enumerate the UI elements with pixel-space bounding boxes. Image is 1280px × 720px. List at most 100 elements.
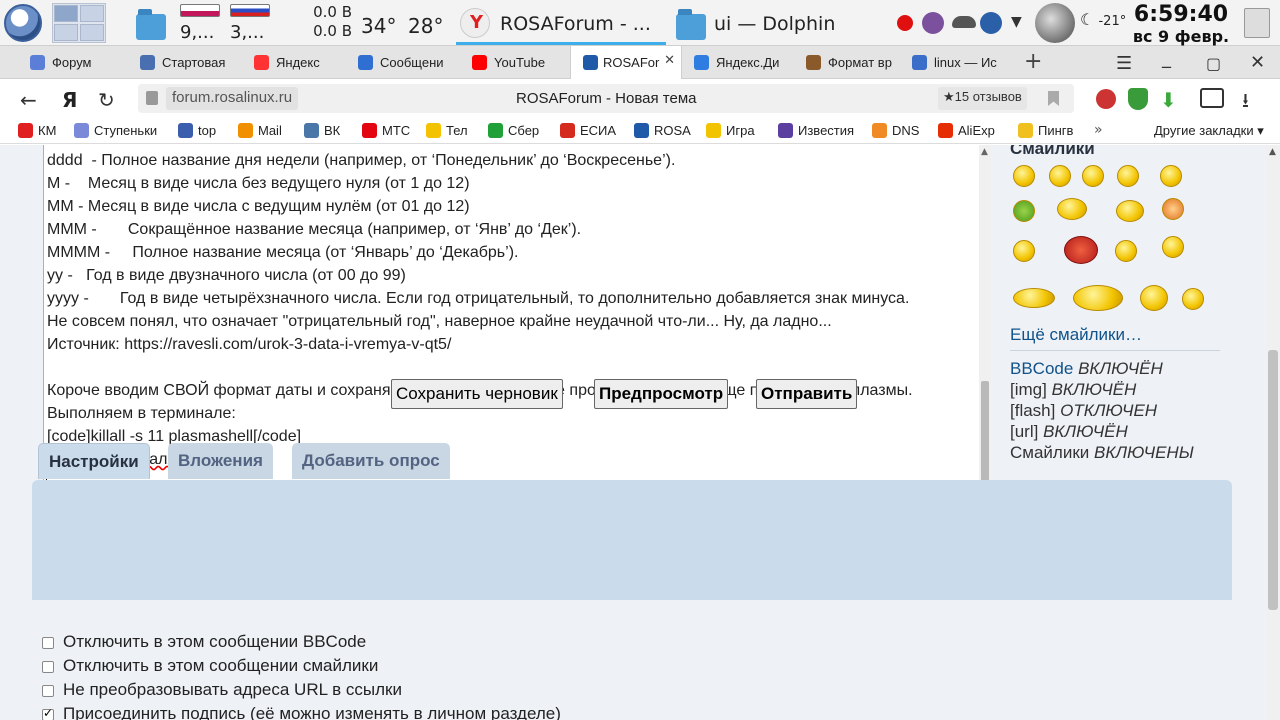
smiley-hug-icon[interactable] [1116, 200, 1144, 222]
option-checkbox-row[interactable]: Отключить в этом сообщении BBCode [42, 632, 742, 654]
bookmark-favicon-icon [426, 123, 441, 138]
browser-tab[interactable]: linux — Ис [906, 46, 1002, 79]
shield-icon[interactable] [1128, 88, 1148, 110]
translate-icon[interactable] [1200, 88, 1224, 108]
bookmark-label: КМ [38, 123, 57, 138]
smiley-laugh-icon[interactable] [1057, 198, 1087, 220]
back-icon[interactable]: ← [20, 88, 37, 112]
download-helper-icon[interactable]: ⬇ [1160, 88, 1177, 112]
smiley-neutral-icon[interactable] [1117, 165, 1139, 187]
new-tab-icon[interactable]: + [1024, 49, 1042, 74]
checkbox[interactable] [42, 637, 54, 649]
screen: 9,... 3,... 0.0 B 0.0 B 34° 28° Y ROSAFo… [0, 0, 1280, 720]
textarea-scrollbar[interactable]: ▲ ▼ [979, 145, 991, 494]
checkbox-label: Отключить в этом сообщении BBCode [63, 632, 367, 651]
close-tab-icon[interactable]: ✕ [664, 53, 675, 68]
bookmark-favicon-icon [778, 123, 793, 138]
browser-tab[interactable]: Яндекс [248, 46, 344, 79]
domain-chip[interactable]: forum.rosalinux.ru [166, 87, 299, 110]
bookmark-label: top [198, 123, 217, 138]
text-line: MM - Месяц в виде числа с ведущим нулём … [47, 198, 470, 215]
smiley-kiss-icon[interactable] [1162, 198, 1184, 220]
tray-expand-icon[interactable]: ▼ [1011, 14, 1022, 30]
bookmark-label: ЕСИА [580, 123, 617, 138]
option-name[interactable]: BBCode [1010, 359, 1073, 378]
page-scrollbar[interactable]: ▲ [1266, 145, 1280, 720]
smiley-happy-icon[interactable] [1013, 165, 1035, 187]
record-icon[interactable] [897, 15, 913, 31]
browser-tab[interactable]: Сообщени [352, 46, 448, 79]
scroll-up-icon[interactable]: ▲ [981, 147, 988, 157]
more-bookmarks-icon[interactable]: » [1094, 122, 1103, 138]
maximize-icon[interactable]: ▢ [1206, 54, 1221, 73]
close-window-icon[interactable]: ✕ [1250, 52, 1265, 73]
checkbox[interactable] [42, 661, 54, 673]
tab-attachments[interactable]: Вложения [168, 443, 273, 479]
page-scroll-up-icon[interactable]: ▲ [1269, 147, 1276, 157]
browser-tab[interactable]: Форум [24, 46, 128, 79]
reload-icon[interactable]: ↻ [98, 88, 115, 112]
option-state: ВКЛЮЧЕНЫ [1094, 443, 1194, 462]
taskbar-item-2[interactable]: 3,... [226, 2, 296, 44]
reviews-badge[interactable]: ★15 отзывов [938, 87, 1027, 110]
window-task-rosaforum[interactable]: Y ROSAForum - ... [456, 2, 666, 45]
trash-icon[interactable] [1244, 8, 1270, 38]
smiley-sick-icon[interactable] [1013, 200, 1035, 222]
desktop-2[interactable] [80, 5, 104, 22]
smiley-think-icon[interactable] [1160, 165, 1182, 187]
bookmark-label: Пингв [1038, 123, 1074, 138]
smiley-cheer-icon[interactable] [1013, 288, 1055, 308]
other-bookmarks[interactable]: Другие закладки ▾ [1154, 123, 1264, 139]
virtual-desktop-pager[interactable] [52, 3, 106, 43]
textarea-scroll-thumb[interactable] [981, 381, 989, 481]
smiley-sad-icon[interactable] [1049, 165, 1071, 187]
weather-widget[interactable]: ☾ -21° [1080, 10, 1126, 29]
desktop-4[interactable] [80, 24, 104, 41]
checkbox[interactable] [42, 685, 54, 697]
window-task-dolphin[interactable]: ui — Dolphin [672, 2, 862, 44]
hat-icon[interactable] [952, 16, 976, 28]
browser-tab[interactable]: ROSAFor ✕ [570, 46, 682, 79]
browser-tab[interactable]: YouTube [466, 46, 562, 79]
checkbox[interactable] [42, 706, 54, 720]
option-checkbox-row[interactable]: Присоединить подпись (её можно изменять … [42, 704, 742, 720]
smiley-devil-icon[interactable] [1064, 236, 1098, 264]
preview-button[interactable]: Предпросмотр [594, 379, 729, 409]
text-line: yy - Год в виде двузначного числа (от 00… [47, 267, 406, 284]
smiley-unhappy-icon[interactable] [1013, 240, 1035, 262]
smiley-party-icon[interactable] [1073, 285, 1123, 311]
tab-settings[interactable]: Настройки [38, 443, 150, 479]
yandex-home-icon[interactable]: Я [62, 88, 77, 112]
menu-icon[interactable]: ☰ [1116, 53, 1132, 74]
ladybug-icon[interactable] [1096, 89, 1116, 109]
smiley-wave-icon[interactable] [1140, 285, 1168, 311]
minimize-icon[interactable]: _ [1162, 48, 1171, 69]
viber-icon[interactable] [922, 12, 944, 34]
browser-tab[interactable]: Формат вр [800, 46, 898, 79]
more-smilies-link[interactable]: Ещё смайлики… [1010, 325, 1142, 345]
bookmark-favicon-icon [488, 123, 503, 138]
submit-button[interactable]: Отправить [756, 379, 858, 409]
smilies-title: Смайлики [1010, 145, 1095, 158]
page-scroll-thumb[interactable] [1268, 350, 1278, 610]
save-draft-button[interactable]: Сохранить черновик [391, 379, 563, 409]
digital-clock[interactable]: 6:59:40 вс 9 февр. [1128, 2, 1234, 46]
folder-icon[interactable] [136, 9, 166, 40]
desktop-3[interactable] [54, 24, 78, 41]
app-launcher-icon[interactable] [4, 4, 42, 42]
option-checkbox-row[interactable]: Отключить в этом сообщении смайлики [42, 656, 742, 678]
downloads-icon[interactable]: ⭳ [1242, 86, 1249, 120]
smiley-confused-icon[interactable] [1115, 240, 1137, 262]
tab-add-poll[interactable]: Добавить опрос [292, 443, 450, 479]
vpn-icon[interactable] [980, 12, 1002, 34]
smiley-question-icon[interactable] [1162, 236, 1184, 258]
lock-icon[interactable] [146, 91, 158, 105]
tab-favicon-icon [694, 55, 709, 70]
desktop-1[interactable] [54, 5, 78, 22]
option-checkbox-row[interactable]: Не преобразовывать адреса URL в ссылки [42, 680, 742, 702]
browser-tab[interactable]: Яндекс.Ди [688, 46, 784, 79]
checkbox-label: Отключить в этом сообщении смайлики [63, 656, 379, 675]
browser-tab[interactable]: Стартовая [134, 46, 230, 79]
smiley-shout-icon[interactable] [1182, 288, 1204, 310]
smiley-grin-icon[interactable] [1082, 165, 1104, 187]
